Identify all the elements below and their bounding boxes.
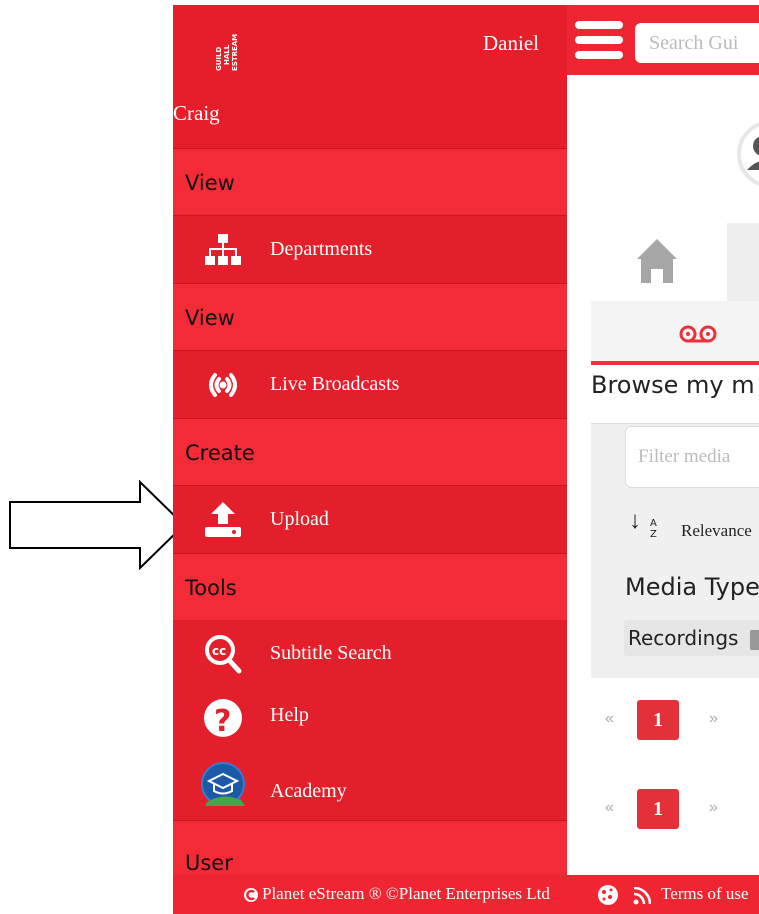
help-icon: ? xyxy=(204,699,242,738)
section-label: View xyxy=(185,306,235,330)
pager-prev[interactable]: « xyxy=(605,799,614,817)
side-menu: GUILD HALL ESTREAM Daniel Craig View Dep… xyxy=(173,5,567,875)
svg-text:HALL: HALL xyxy=(223,44,231,65)
recordings-filter[interactable]: Recordings xyxy=(624,620,759,656)
user-last-name[interactable]: Craig xyxy=(173,101,220,126)
subtabs xyxy=(591,301,759,361)
section-label: Tools xyxy=(185,576,237,600)
media-type-heading: Media Type xyxy=(625,573,759,601)
pager-next[interactable]: » xyxy=(709,710,718,728)
tab-underline xyxy=(591,361,759,365)
menu-item-label: Subtitle Search xyxy=(270,642,392,664)
avatar[interactable] xyxy=(737,120,759,188)
sort-az-letters: AZ xyxy=(650,518,657,540)
rss-icon[interactable] xyxy=(633,887,651,905)
menu-item-label: Live Broadcasts xyxy=(270,373,400,395)
home-icon xyxy=(637,239,677,283)
hamburger-menu-icon[interactable] xyxy=(575,21,623,63)
page-title: Browse my m xyxy=(591,371,755,399)
tab-other[interactable] xyxy=(727,223,759,301)
search-input[interactable]: Search Gui xyxy=(635,23,759,63)
sort-az-icon[interactable]: ↓ xyxy=(629,507,641,535)
broadcast-icon xyxy=(209,373,237,397)
cookie-icon[interactable] xyxy=(597,884,619,906)
svg-text:?: ? xyxy=(214,704,231,738)
section-create: Create xyxy=(173,418,567,485)
menu-item-label: Academy xyxy=(270,780,347,802)
section-label: View xyxy=(185,171,235,195)
sort-select[interactable]: Relevance xyxy=(681,521,752,541)
menu-item-label: Upload xyxy=(270,508,329,530)
sitemap-icon xyxy=(205,234,241,265)
section-user: User xyxy=(173,820,567,875)
section-label: Create xyxy=(185,441,255,465)
menu-item-live-broadcasts[interactable]: Live Broadcasts xyxy=(173,350,567,418)
pager-next[interactable]: » xyxy=(709,799,718,817)
annotation-arrow xyxy=(9,480,186,570)
upload-icon xyxy=(205,502,241,537)
menu-item-subtitle-search[interactable]: cc Subtitle Search xyxy=(173,620,567,688)
tab-home[interactable] xyxy=(591,223,727,301)
menu-item-academy[interactable]: Academy xyxy=(173,750,567,820)
pager-current[interactable]: 1 xyxy=(637,700,679,740)
menu-item-help[interactable]: ? Help xyxy=(173,688,567,750)
planet-logo-icon xyxy=(244,888,258,902)
pager-current[interactable]: 1 xyxy=(637,789,679,829)
terms-of-use-link[interactable]: Terms of use xyxy=(661,884,749,904)
section-label: User xyxy=(185,851,233,875)
top-bar: Search Gui xyxy=(567,5,759,75)
academy-icon xyxy=(201,762,245,806)
footer: Planet eStream ® ©Planet Enterprises Ltd… xyxy=(173,875,759,914)
sidebar-header: GUILD HALL ESTREAM Daniel Craig xyxy=(173,5,567,148)
section-tools: Tools xyxy=(173,553,567,620)
menu-item-upload[interactable]: Upload xyxy=(173,485,567,553)
section-view-1: View xyxy=(173,148,567,215)
cc-search-icon: cc xyxy=(205,635,242,674)
svg-text:ESTREAM: ESTREAM xyxy=(231,34,239,71)
svg-text:GUILD: GUILD xyxy=(215,47,223,71)
section-view-2: View xyxy=(173,283,567,350)
pagination-top: « 1 » xyxy=(605,700,755,740)
recordings-label: Recordings xyxy=(628,626,739,650)
pager-prev[interactable]: « xyxy=(605,710,614,728)
user-first-name[interactable]: Daniel xyxy=(483,31,539,56)
menu-item-label: Departments xyxy=(270,238,373,260)
menu-item-departments[interactable]: Departments xyxy=(173,215,567,283)
user-icon xyxy=(747,136,759,170)
recording-icon[interactable] xyxy=(679,325,717,343)
filter-media-input[interactable]: Filter media xyxy=(625,426,759,488)
footer-copyright: Planet eStream ® ©Planet Enterprises Ltd xyxy=(262,884,550,903)
pagination-bottom: « 1 » xyxy=(605,789,755,829)
menu-item-label: Help xyxy=(270,704,309,726)
svg-text:cc: cc xyxy=(212,644,226,658)
recordings-checkbox[interactable] xyxy=(750,630,759,650)
guildhall-logo[interactable]: GUILD HALL ESTREAM xyxy=(213,13,243,73)
tabs xyxy=(591,223,759,301)
